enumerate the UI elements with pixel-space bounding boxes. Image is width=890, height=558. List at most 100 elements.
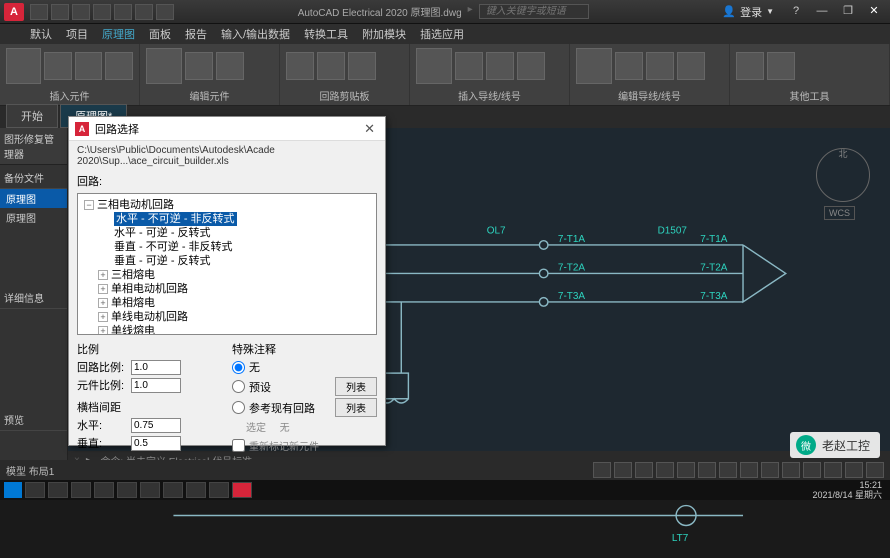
taskbar-edge-icon[interactable] <box>94 482 114 498</box>
qat-redo-icon[interactable] <box>156 4 174 20</box>
status-icon[interactable] <box>803 462 821 478</box>
qat-plot-icon[interactable] <box>114 4 132 20</box>
radio-reference[interactable] <box>232 401 245 414</box>
viewcube[interactable]: WCS <box>808 148 878 238</box>
taskbar-app-icon[interactable] <box>186 482 206 498</box>
retag-checkbox[interactable] <box>232 439 245 452</box>
trim-icon[interactable] <box>576 48 612 84</box>
app-logo[interactable]: A <box>4 3 24 21</box>
qat-save-icon[interactable] <box>72 4 90 20</box>
editnum-icon[interactable] <box>646 52 674 80</box>
component-scale-input[interactable] <box>131 378 181 393</box>
wire-icon[interactable] <box>416 48 452 84</box>
layout-tabs[interactable]: 模型 布局1 <box>6 463 54 478</box>
minimize-button[interactable]: — <box>810 4 834 20</box>
qat-saveas-icon[interactable] <box>93 4 111 20</box>
panel-section-details[interactable]: 详细信息 <box>0 287 67 309</box>
taskbar-autocad-icon[interactable] <box>232 482 252 498</box>
tree-item[interactable]: +单相熔电 <box>84 296 370 310</box>
circuit-scale-input[interactable] <box>131 360 181 375</box>
menu-item[interactable]: 项目 <box>66 26 88 42</box>
maximize-button[interactable]: ❐ <box>836 4 860 20</box>
copy2-icon[interactable] <box>317 52 345 80</box>
status-icon[interactable] <box>593 462 611 478</box>
paste-icon[interactable] <box>216 52 244 80</box>
taskbar-clock[interactable]: 15:212021/8/14 星期六 <box>812 480 886 500</box>
status-icon[interactable] <box>866 462 884 478</box>
doctab-start[interactable]: 开始 <box>6 104 58 128</box>
preset-list-button[interactable]: 列表 <box>335 377 377 396</box>
status-icon[interactable] <box>845 462 863 478</box>
panel-section-preview[interactable]: 预览 <box>0 409 67 431</box>
wcs-label[interactable]: WCS <box>824 206 855 220</box>
tool2-icon[interactable] <box>767 52 795 80</box>
status-icon[interactable] <box>740 462 758 478</box>
qat-new-icon[interactable] <box>30 4 48 20</box>
menu-item[interactable]: 插选应用 <box>420 26 464 42</box>
status-icon[interactable] <box>782 462 800 478</box>
wirenum-icon[interactable] <box>455 52 483 80</box>
component2-icon[interactable] <box>105 52 133 80</box>
component-icon[interactable] <box>75 52 103 80</box>
tree-item[interactable]: 垂直 - 不可逆 - 非反转式 <box>84 240 370 254</box>
copy-icon[interactable] <box>185 52 213 80</box>
taskbar-taskview-icon[interactable] <box>48 482 68 498</box>
taskbar-search-icon[interactable] <box>25 482 45 498</box>
search-input[interactable] <box>479 4 589 19</box>
panel-section-backup[interactable]: 备份文件 <box>0 167 67 189</box>
status-icon[interactable] <box>677 462 695 478</box>
menu-item[interactable]: 输入/输出数据 <box>221 26 290 42</box>
help-button[interactable]: ? <box>784 4 808 20</box>
taskbar-app-icon[interactable] <box>163 482 183 498</box>
reference-list-button[interactable]: 列表 <box>335 398 377 417</box>
ladder-icon[interactable] <box>486 52 514 80</box>
status-icon[interactable] <box>698 462 716 478</box>
taskbar-app-icon[interactable] <box>140 482 160 498</box>
menu-item[interactable]: 转换工具 <box>304 26 348 42</box>
edit-icon[interactable] <box>146 48 182 84</box>
status-icon[interactable] <box>824 462 842 478</box>
file-item[interactable]: 原理图 <box>0 208 67 227</box>
menu-item[interactable]: 面板 <box>149 26 171 42</box>
tree-item[interactable]: +单相电动机回路 <box>84 282 370 296</box>
file-item[interactable]: 原理图 <box>0 189 67 208</box>
vertical-spacing-input[interactable] <box>131 436 181 451</box>
tool1-icon[interactable] <box>736 52 764 80</box>
qat-open-icon[interactable] <box>51 4 69 20</box>
status-icon[interactable] <box>614 462 632 478</box>
status-icon[interactable] <box>761 462 779 478</box>
start-button[interactable] <box>4 482 22 498</box>
menu-item[interactable]: 默认 <box>30 26 52 42</box>
qat-undo-icon[interactable] <box>135 4 153 20</box>
tree-item[interactable]: 垂直 - 可逆 - 反转式 <box>84 254 370 268</box>
status-icon[interactable] <box>719 462 737 478</box>
menu-item[interactable]: 附加模块 <box>362 26 406 42</box>
paste2-icon[interactable] <box>348 52 376 80</box>
login-button[interactable]: 👤 登录 ▼ <box>712 4 784 20</box>
close-button[interactable]: ✕ <box>862 4 886 20</box>
status-icon[interactable] <box>656 462 674 478</box>
taskbar-app-icon[interactable] <box>117 482 137 498</box>
taskbar-app-icon[interactable] <box>209 482 229 498</box>
icon-builder-icon[interactable] <box>6 48 41 84</box>
cut-icon[interactable] <box>286 52 314 80</box>
tree-item-selected[interactable]: 水平 - 不可逆 - 非反转式 <box>114 212 237 226</box>
compass-icon[interactable] <box>816 148 870 202</box>
circuit-icon[interactable] <box>44 52 72 80</box>
dialog-close-icon[interactable]: ✕ <box>360 121 379 137</box>
tree-item[interactable]: 水平 - 可逆 - 反转式 <box>84 226 370 240</box>
stretch-icon[interactable] <box>615 52 643 80</box>
status-icon[interactable] <box>635 462 653 478</box>
tree-item[interactable]: +三相熔电 <box>84 268 370 282</box>
tree-item[interactable]: +单线电动机回路 <box>84 310 370 324</box>
radio-preset[interactable] <box>232 380 245 393</box>
circuit-tree[interactable]: −三相电动机回路 水平 - 不可逆 - 非反转式 水平 - 可逆 - 反转式 垂… <box>77 193 377 335</box>
radio-none[interactable] <box>232 361 245 374</box>
wiretype-icon[interactable] <box>677 52 705 80</box>
menu-item[interactable]: 报告 <box>185 26 207 42</box>
multiwire-icon[interactable] <box>517 52 545 80</box>
tree-item[interactable]: +单线熔电 <box>84 324 370 335</box>
taskbar-explorer-icon[interactable] <box>71 482 91 498</box>
horizontal-spacing-input[interactable] <box>131 418 181 433</box>
menu-item[interactable]: 原理图 <box>102 26 135 42</box>
